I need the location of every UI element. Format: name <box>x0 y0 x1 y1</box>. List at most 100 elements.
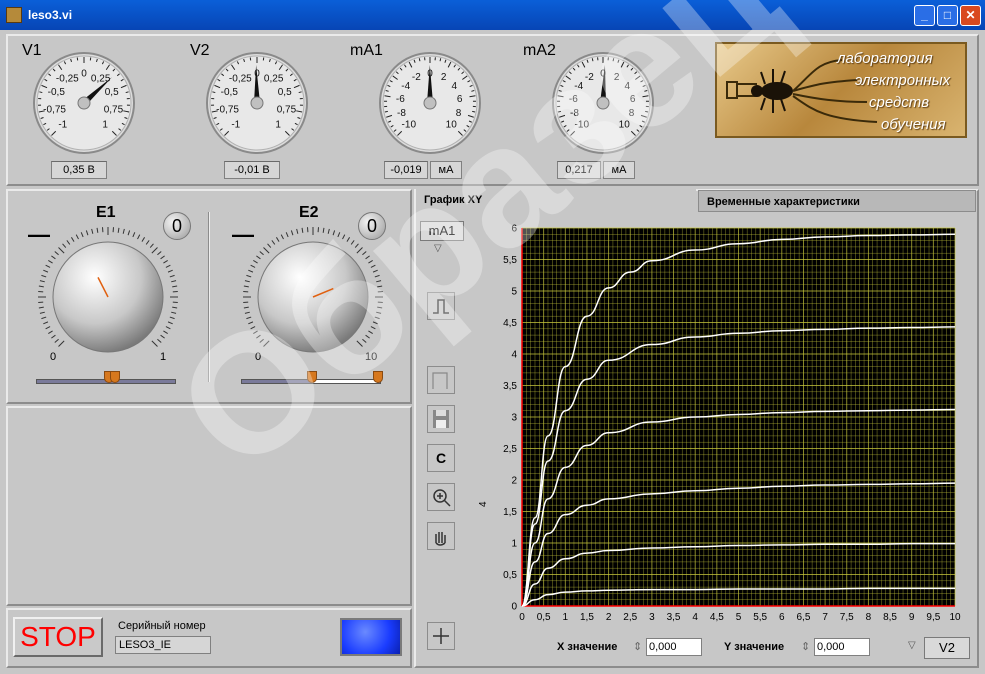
meter-tick-label: -1 <box>58 120 67 131</box>
meter-tick-label: 2 <box>441 72 447 83</box>
logo-line-2: электронных <box>855 72 951 89</box>
meter-hub <box>250 96 264 110</box>
y-tick-label: 3 <box>511 413 517 424</box>
logo-line-1: лаборатория <box>837 50 933 67</box>
clear-button[interactable]: C <box>427 444 455 472</box>
pan-button[interactable] <box>427 522 455 550</box>
meter-tick-label: 8 <box>629 108 635 119</box>
y-axis-label: 4 <box>478 501 489 507</box>
y-tick-label: 1 <box>511 539 517 550</box>
zoom-button[interactable] <box>427 483 455 511</box>
meter-tick-label: 0,25 <box>264 74 284 85</box>
knob-1[interactable] <box>238 222 388 372</box>
x-tick-label: 2 <box>606 612 612 623</box>
x-tick-label: 3 <box>649 612 655 623</box>
meter-tick-label: 1 <box>102 120 108 131</box>
meter-tick-label: 10 <box>619 120 631 131</box>
y-channel-selector[interactable]: mA1 <box>420 221 464 241</box>
step-icon <box>432 372 448 389</box>
meter-tick <box>384 110 388 113</box>
knob-0[interactable] <box>33 222 183 372</box>
y-tick-label: 4,5 <box>503 318 517 329</box>
meter-tick <box>591 58 594 62</box>
x-channel-selector[interactable]: V2 <box>924 637 970 659</box>
meter-tick-label: 0,75 <box>277 104 297 115</box>
x-value-label: X значение <box>557 641 618 653</box>
hand-icon <box>435 532 446 546</box>
meter-hub <box>596 96 610 110</box>
meter-tick-label: -0,25 <box>56 74 79 85</box>
x-tick-label: 9,5 <box>926 612 940 623</box>
meter-tick <box>557 110 561 113</box>
knob-slider-thumb[interactable] <box>110 371 120 383</box>
meter-tick-label: 10 <box>446 120 458 131</box>
y-tick-label: 0,5 <box>503 570 517 581</box>
knob-min-label-0: 0 <box>50 351 57 363</box>
meter-hub <box>423 96 437 110</box>
close-button[interactable]: ✕ <box>960 5 981 26</box>
meter-tick-label: 0,5 <box>105 87 119 98</box>
serial-label: Серийный номер <box>118 620 206 632</box>
y-tick-label: 1,5 <box>503 507 517 518</box>
meter-tick-label: 0 <box>81 69 87 80</box>
maximize-button[interactable]: □ <box>937 5 958 26</box>
x-value-field[interactable]: 0,000 <box>646 638 702 656</box>
x-value-stepper-icon[interactable]: ⇕ <box>633 640 642 653</box>
x-tick-label: 0 <box>519 612 525 623</box>
knob-divider <box>208 212 210 382</box>
meter-tick-label: -1 <box>231 120 240 131</box>
title-bar: leso3.vi _ □ ✕ <box>0 0 985 30</box>
stop-button[interactable]: STOP <box>13 617 103 657</box>
knob-slider-range <box>311 380 377 383</box>
tab-time-characteristics[interactable]: Временные характеристики <box>698 190 976 212</box>
meter-tick-label: 0,75 <box>104 104 124 115</box>
meter-tick-label: 6 <box>457 94 463 105</box>
meter-tick-label: -4 <box>574 81 583 92</box>
meter-unit-button-3[interactable]: мА <box>603 161 635 179</box>
y-value-field[interactable]: 0,000 <box>814 638 870 656</box>
meter-gauge-3: -10-8 -6 -4-2 0 246 810 <box>552 52 654 154</box>
meter-tick-label: -2 <box>412 72 421 83</box>
meter-tick-label: 0,5 <box>278 87 292 98</box>
logo-line-3: средств <box>869 94 930 111</box>
meter-tick-label: -10 <box>402 120 417 131</box>
meter-readout-3: 0,217 <box>557 161 601 179</box>
x-channel-dropdown-icon[interactable]: ▽ <box>908 640 916 651</box>
xy-graph[interactable]: 0 0,5 1 1,5 2 2,5 3 3,5 4 4,5 5 5,5 6 6,5 7 7,5 8 8,5 9 9,5… <box>470 215 975 633</box>
meter-tick <box>612 58 615 62</box>
save-button[interactable] <box>427 405 455 433</box>
serial-field: LESO3_IE <box>115 636 211 654</box>
meter-tick-label: 0,25 <box>91 74 111 85</box>
app-icon <box>6 7 22 23</box>
knob-slider-thumb[interactable] <box>373 371 383 383</box>
meter-gauge-1: -1-0,75-0,5-0,2500,250,50,751 <box>206 52 308 154</box>
meter-tick <box>298 91 302 94</box>
window-title: leso3.vi <box>28 8 73 22</box>
y-value-label: Y значение <box>724 641 785 653</box>
tab-xy-graph[interactable]: График XY <box>416 189 696 211</box>
meter-tick-label: -8 <box>397 108 406 119</box>
x-tick-label: 1,5 <box>580 612 594 623</box>
meter-tick <box>439 58 442 62</box>
knob-max-label-1: 10 <box>365 351 378 363</box>
meter-tick-label: -0,25 <box>229 74 252 85</box>
y-tick-label: 4 <box>511 350 517 361</box>
minimize-button[interactable]: _ <box>914 5 935 26</box>
meter-tick-label: -0,75 <box>43 104 66 115</box>
meter-tick-label: -0,5 <box>221 87 239 98</box>
pulse-mode-button[interactable] <box>427 292 455 320</box>
y-channel-dropdown-icon[interactable]: ▽ <box>434 243 442 254</box>
x-tick-label: 10 <box>949 612 961 623</box>
step-mode-button[interactable] <box>427 366 455 394</box>
meter-tick-label: 6 <box>630 94 636 105</box>
cursor-button[interactable] <box>427 622 455 650</box>
x-tick-label: 4 <box>692 612 698 623</box>
meter-tick-label: -8 <box>570 108 579 119</box>
knob-slider-thumb[interactable] <box>307 371 317 383</box>
meter-unit-button-2[interactable]: мА <box>430 161 462 179</box>
meter-tick-label: -10 <box>575 120 590 131</box>
y-value-stepper-icon[interactable]: ⇕ <box>801 640 810 653</box>
meter-tick-label: -4 <box>401 81 410 92</box>
y-tick-label: 2,5 <box>503 444 517 455</box>
meter-tick <box>472 110 476 113</box>
